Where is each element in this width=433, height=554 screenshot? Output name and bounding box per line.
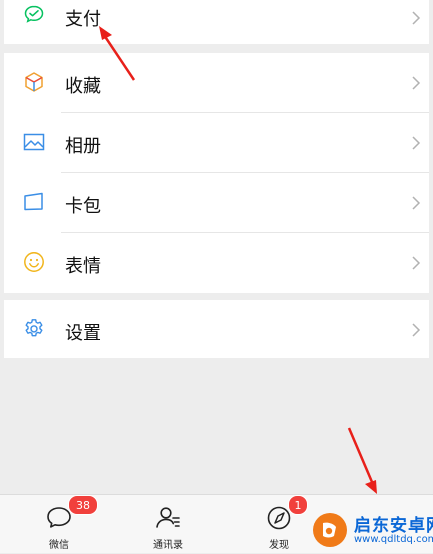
menu-label-album: 相册 xyxy=(65,136,101,157)
menu-row-settings[interactable]: 设置 xyxy=(4,300,429,358)
chevron-right-icon xyxy=(409,323,423,337)
chevron-right-icon xyxy=(409,136,423,150)
site-watermark: 启东安卓网 www.qdltdq.com xyxy=(306,503,433,553)
tab-label-discover: 发现 xyxy=(269,540,289,551)
menu-row-card-wallet[interactable]: 卡包 xyxy=(4,173,429,232)
menu-row-pay[interactable]: 支付 xyxy=(4,0,429,36)
menu-label-settings: 设置 xyxy=(65,323,101,344)
contacts-icon xyxy=(154,505,182,531)
tab-label-chats: 微信 xyxy=(49,540,69,551)
tab-contacts[interactable]: 通讯录 xyxy=(133,495,203,553)
gear-icon xyxy=(22,317,46,341)
watermark-url: www.qdltdq.com xyxy=(354,534,433,545)
tab-discover[interactable]: 发现 1 xyxy=(244,495,314,553)
menu-row-stickers[interactable]: 表情 xyxy=(4,233,429,292)
unread-count-badge: 1 xyxy=(288,495,308,515)
chevron-right-icon xyxy=(409,196,423,210)
menu-row-album[interactable]: 相册 xyxy=(4,113,429,172)
menu-label-card-wallet: 卡包 xyxy=(65,196,101,217)
watermark-title: 启东安卓网 xyxy=(354,516,433,536)
album-image-icon xyxy=(22,130,46,154)
chevron-right-icon xyxy=(409,256,423,270)
wechat-pay-icon xyxy=(22,3,46,27)
menu-label-pay: 支付 xyxy=(65,9,101,30)
menu-label-favorites: 收藏 xyxy=(65,76,101,97)
unread-count-badge: 38 xyxy=(68,495,98,515)
smiley-face-icon xyxy=(22,250,46,274)
card-wallet-icon xyxy=(22,190,46,214)
menu-row-favorites[interactable]: 收藏 xyxy=(4,53,429,112)
annotation-arrow-bottom xyxy=(347,427,377,494)
tab-label-contacts: 通讯录 xyxy=(153,540,183,551)
tab-chats[interactable]: 微信 38 xyxy=(24,495,98,553)
favorites-cube-icon xyxy=(22,70,46,94)
chevron-right-icon xyxy=(409,11,423,25)
menu-label-stickers: 表情 xyxy=(65,256,101,277)
chevron-right-icon xyxy=(409,76,423,90)
watermark-logo-icon xyxy=(310,510,350,550)
